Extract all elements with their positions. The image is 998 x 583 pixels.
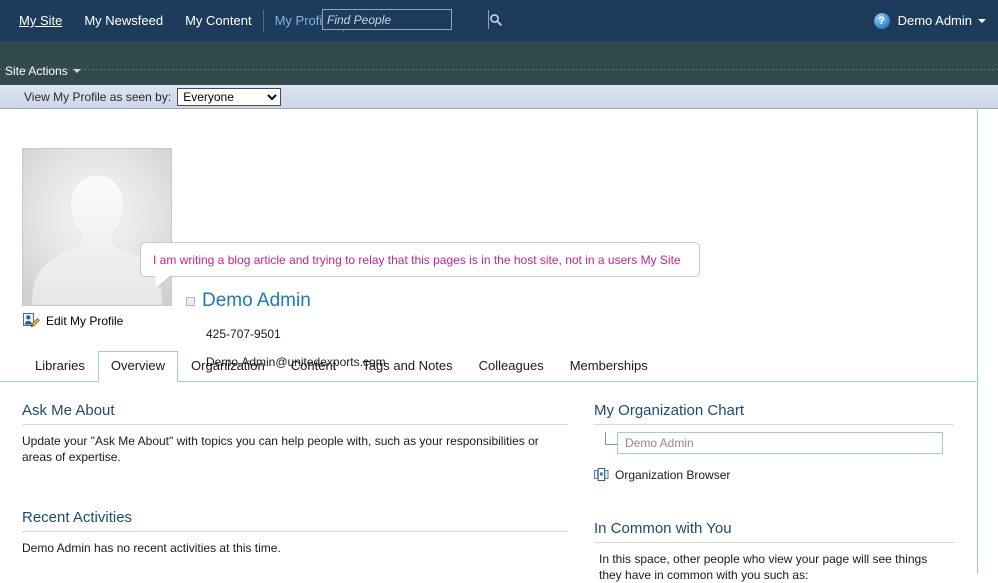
- dotted-divider: [0, 69, 998, 70]
- user-menu-button[interactable]: Demo Admin: [898, 13, 990, 28]
- in-common-title: In Common with You: [594, 520, 954, 543]
- top-navigation-bar: My Site My Newsfeed My Content My Profil…: [0, 0, 998, 41]
- tab-organization[interactable]: Organization: [178, 351, 278, 381]
- org-chart-node[interactable]: Demo Admin: [617, 432, 943, 454]
- nav-link-my-site[interactable]: My Site: [8, 0, 73, 41]
- search-input[interactable]: [323, 10, 488, 29]
- view-as-ribbon: View My Profile as seen by: EveryoneMy C…: [0, 85, 998, 109]
- presence-status-icon[interactable]: [186, 297, 195, 306]
- tab-libraries[interactable]: Libraries: [22, 351, 98, 381]
- org-chart-title: My Organization Chart: [594, 402, 954, 425]
- ask-me-about-body: Update your "Ask Me About" with topics y…: [22, 425, 568, 465]
- top-nav-links: My Site My Newsfeed My Content My Profil…: [8, 0, 344, 41]
- user-menu-label: Demo Admin: [898, 13, 972, 28]
- status-note-bubble[interactable]: I am writing a blog article and trying t…: [140, 242, 700, 277]
- chevron-down-icon: [73, 69, 81, 73]
- view-as-control-group: View My Profile as seen by: EveryoneMy C…: [24, 88, 281, 106]
- site-actions-button[interactable]: Site Actions: [5, 64, 81, 78]
- right-column: My Organization Chart Demo Admin Organiz…: [594, 402, 954, 583]
- find-people-search-box: [322, 9, 452, 30]
- profile-avatar[interactable]: [22, 148, 172, 306]
- nav-link-my-newsfeed[interactable]: My Newsfeed: [73, 0, 174, 41]
- in-common-body: In this space, other people who view you…: [594, 543, 929, 583]
- tab-memberships[interactable]: Memberships: [557, 351, 661, 381]
- tab-tags-and-notes[interactable]: Tags and Notes: [349, 351, 465, 381]
- profile-name-row: Demo Admin: [186, 290, 386, 312]
- nav-link-my-content[interactable]: My Content: [174, 0, 262, 41]
- profile-content-area: Edit My Profile I am writing a blog arti…: [0, 110, 978, 574]
- tab-content[interactable]: Content: [278, 351, 350, 381]
- column-spacer: [594, 482, 954, 520]
- edit-profile-icon: [23, 313, 40, 328]
- profile-tabs: Libraries Overview Organization Content …: [0, 350, 978, 382]
- org-browser-icon: [594, 468, 609, 482]
- ask-me-about-title: Ask Me About: [22, 402, 568, 425]
- status-note-text: I am writing a blog article and trying t…: [141, 253, 681, 267]
- person-placeholder-icon: [23, 149, 171, 305]
- view-as-label: View My Profile as seen by:: [24, 90, 171, 104]
- organization-browser-link[interactable]: Organization Browser: [594, 468, 954, 482]
- site-actions-band: [0, 41, 998, 85]
- recent-activities-title: Recent Activities: [22, 509, 568, 532]
- help-icon[interactable]: ?: [874, 13, 890, 29]
- left-column: Ask Me About Update your "Ask Me About" …: [22, 402, 568, 556]
- edit-my-profile-link[interactable]: Edit My Profile: [23, 313, 123, 328]
- view-as-select[interactable]: EveryoneMy ColleaguesMy TeamMy ManagerOn…: [177, 88, 281, 106]
- tab-colleagues[interactable]: Colleagues: [466, 351, 557, 381]
- organization-browser-label: Organization Browser: [615, 468, 730, 482]
- recent-activities-body: Demo Admin has no recent activities at t…: [22, 532, 568, 556]
- edit-my-profile-label: Edit My Profile: [46, 314, 123, 328]
- site-actions-label: Site Actions: [5, 64, 68, 78]
- profile-name[interactable]: Demo Admin: [202, 290, 311, 312]
- chevron-down-icon: [978, 19, 986, 23]
- org-tree-branch-icon: [605, 432, 617, 445]
- profile-phone: 425-707-9501: [206, 327, 386, 341]
- top-right-controls: ? Demo Admin: [874, 0, 990, 41]
- status-note-tail: [155, 276, 170, 288]
- column-spacer: [22, 465, 568, 509]
- org-chart-tree: Demo Admin: [594, 432, 954, 458]
- search-icon[interactable]: [488, 10, 503, 29]
- tab-overview[interactable]: Overview: [98, 351, 178, 382]
